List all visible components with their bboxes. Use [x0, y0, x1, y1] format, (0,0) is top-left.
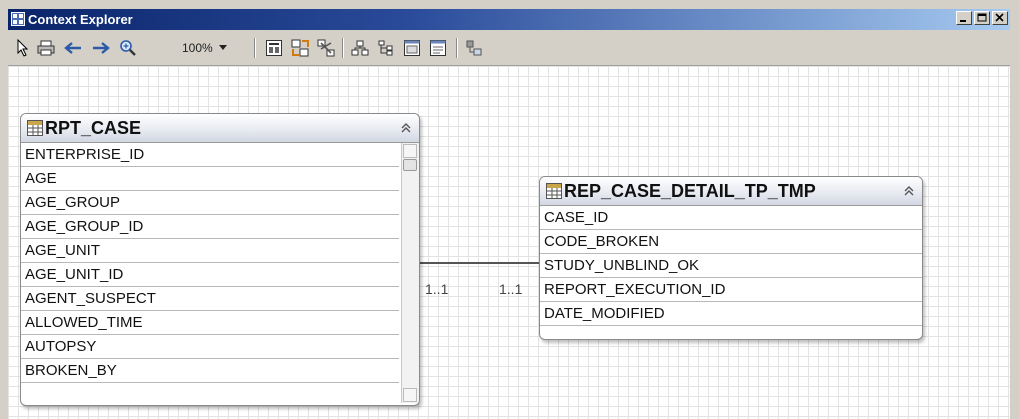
entity-title: REP_CASE_DETAIL_TP_TMP: [564, 181, 816, 201]
toolbar-separator: [254, 38, 255, 58]
context-explorer-window: Context Explorer 100% 1..1 1..1 RPT_CASE…: [0, 0, 1019, 419]
hierarchy-button[interactable]: [350, 37, 370, 59]
minimize-icon: [960, 20, 966, 22]
field-row[interactable]: ALLOWED_TIME: [21, 311, 399, 335]
field-row[interactable]: AGE_GROUP_ID: [21, 215, 399, 239]
right-cardinality: 1..1: [499, 281, 523, 297]
field-row[interactable]: AGE: [21, 167, 399, 191]
auto-arrange-button[interactable]: [290, 37, 310, 59]
overview-button[interactable]: [464, 37, 484, 59]
chevron-down-icon: [218, 45, 227, 50]
print-icon: [37, 40, 55, 56]
field-row[interactable]: STUDY_UNBLIND_OK: [540, 254, 922, 278]
maximize-button[interactable]: [974, 11, 990, 25]
zoom-icon: [120, 40, 136, 56]
scroll-down-button[interactable]: [403, 388, 417, 402]
pointer-button[interactable]: [14, 37, 32, 59]
zoom-button[interactable]: [118, 37, 138, 59]
remove-button[interactable]: [316, 37, 336, 59]
field-row[interactable]: AGE_UNIT_ID: [21, 263, 399, 287]
field-row[interactable]: DATE_MODIFIED: [540, 302, 922, 326]
entity-header[interactable]: REP_CASE_DETAIL_TP_TMP: [540, 177, 922, 206]
table-icon: [27, 120, 43, 136]
field-row[interactable]: REPORT_EXECUTION_ID: [540, 278, 922, 302]
scroll-up-button[interactable]: [403, 144, 417, 158]
auto-arrange-icon: [291, 39, 309, 57]
table-icon: [546, 183, 562, 199]
expand-view-button[interactable]: [402, 37, 422, 59]
expand-view-icon: [404, 40, 420, 56]
tree-icon: [378, 40, 393, 56]
collapse-view-icon: [430, 40, 446, 56]
entity-title: RPT_CASE: [45, 118, 142, 138]
hierarchy-icon: [351, 40, 369, 56]
zoom-value: 100%: [182, 41, 213, 55]
tree-button[interactable]: [376, 37, 396, 59]
grid-layout-icon: [266, 40, 282, 56]
app-icon: [11, 12, 25, 26]
toolbar-separator: [342, 38, 343, 58]
relationship-line[interactable]: [419, 262, 539, 264]
window-controls: [956, 11, 1008, 25]
vertical-scrollbar[interactable]: [401, 143, 419, 403]
field-row[interactable]: AGE_GROUP: [21, 191, 399, 215]
entity-header[interactable]: RPT_CASE: [21, 114, 419, 143]
collapse-icon[interactable]: [399, 121, 413, 135]
collapse-icon[interactable]: [902, 184, 916, 198]
toolbar: 100%: [8, 31, 1010, 66]
forward-arrow-icon: [93, 42, 110, 54]
overview-icon: [466, 40, 482, 56]
back-arrow-icon: [64, 42, 81, 54]
field-row[interactable]: AUTOPSY: [21, 335, 399, 359]
back-button[interactable]: [62, 37, 84, 59]
minimize-button[interactable]: [956, 11, 972, 25]
entity-rep-case-detail[interactable]: REP_CASE_DETAIL_TP_TMP CASE_ID CODE_BROK…: [539, 176, 923, 340]
diagram-canvas[interactable]: 1..1 1..1 RPT_CASE ENTERPRISE_ID AGE AGE…: [8, 66, 1010, 419]
field-row[interactable]: AGE_UNIT: [21, 239, 399, 263]
close-icon: [995, 13, 1004, 22]
field-row[interactable]: CODE_BROKEN: [540, 230, 922, 254]
title-bar[interactable]: Context Explorer: [8, 9, 1010, 30]
field-row[interactable]: CASE_ID: [540, 206, 922, 230]
field-row[interactable]: AGENT_SUSPECT: [21, 287, 399, 311]
scroll-thumb[interactable]: [403, 159, 417, 171]
collapse-view-button[interactable]: [428, 37, 448, 59]
close-button[interactable]: [992, 11, 1008, 25]
field-list: CASE_ID CODE_BROKEN STUDY_UNBLIND_OK REP…: [540, 206, 922, 326]
pointer-icon: [17, 39, 29, 57]
window-title: Context Explorer: [28, 12, 133, 27]
field-row[interactable]: BROKEN_BY: [21, 359, 399, 383]
field-row[interactable]: ENTERPRISE_ID: [21, 143, 399, 167]
toolbar-separator: [456, 38, 457, 58]
maximize-icon: [977, 13, 987, 22]
zoom-select[interactable]: 100%: [182, 37, 227, 59]
grid-layout-button[interactable]: [264, 37, 284, 59]
entity-rpt-case[interactable]: RPT_CASE ENTERPRISE_ID AGE AGE_GROUP AGE…: [20, 113, 420, 406]
forward-button[interactable]: [90, 37, 112, 59]
field-list: ENTERPRISE_ID AGE AGE_GROUP AGE_GROUP_ID…: [21, 143, 399, 383]
left-cardinality: 1..1: [425, 281, 449, 297]
print-button[interactable]: [36, 37, 56, 59]
remove-icon: [317, 39, 335, 57]
